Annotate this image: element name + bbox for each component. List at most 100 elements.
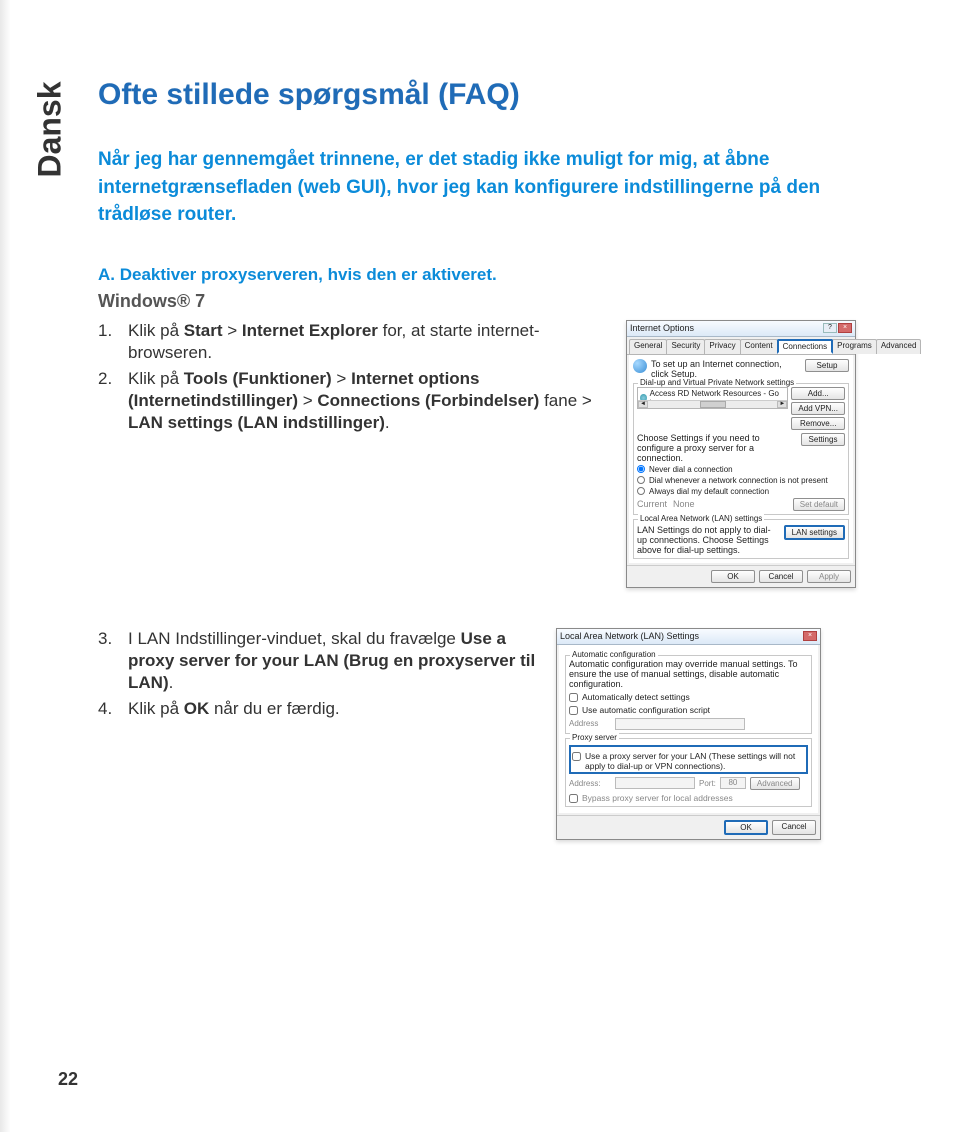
step-text: Klik på Tools (Funktioner) > Internet op… [128,368,608,434]
figure-lan-settings: Local Area Network (LAN) Settings × Auto… [556,628,821,840]
lan-text: LAN Settings do not apply to dial-up con… [637,525,780,555]
checkbox-input[interactable] [572,752,581,761]
step-4: 4. Klik på OK når du er færdig. [98,698,538,720]
tab-security[interactable]: Security [666,339,705,354]
radio-input[interactable] [637,465,645,473]
tab-content[interactable]: Content [740,339,778,354]
lan-group: Local Area Network (LAN) settings LAN Se… [633,519,849,559]
scroll-right-icon[interactable]: ► [777,401,787,408]
choose-settings-text: Choose Settings if you need to configure… [637,433,798,463]
radio-dial-when-absent[interactable]: Dial whenever a network connection is no… [637,476,845,485]
advanced-button[interactable]: Advanced [750,777,800,790]
scrollbar-horizontal[interactable]: ◄ ► [638,400,787,408]
row-steps-3-4: 3. I LAN Indstillinger-vinduet, skal du … [98,628,878,840]
faq-question: Når jeg har gennemgået trinnene, er det … [98,146,878,229]
proxy-legend: Proxy server [570,733,619,742]
checkbox-input[interactable] [569,706,578,715]
dialog-title: Local Area Network (LAN) Settings [560,631,699,641]
chk-bypass-local[interactable]: Bypass proxy server for local addresses [569,793,808,803]
page-number: 22 [58,1069,78,1090]
step-text: Klik på OK når du er færdig. [128,698,340,720]
add-vpn-button[interactable]: Add VPN... [791,402,845,415]
row-steps-1-2: 1. Klik på Start > Internet Explorer for… [98,320,878,588]
radio-always-dial[interactable]: Always dial my default connection [637,487,845,496]
section-a-heading: A. Deaktiver proxyserveren, hvis den er … [98,265,878,285]
auto-config-legend: Automatic configuration [570,650,658,659]
lan-legend: Local Area Network (LAN) settings [638,514,764,523]
step-text: I LAN Indstillinger-vinduet, skal du fra… [128,628,538,694]
faq-heading: Ofte stillede spørgsmål (FAQ) [98,78,878,112]
dialog-body: Automatic configuration Automatic config… [559,645,818,813]
close-icon[interactable]: × [803,631,817,641]
step-number: 2. [98,368,118,434]
current-label: Current [637,499,667,509]
globe-icon [633,359,647,373]
radio-never-dial[interactable]: Never dial a connection [637,465,845,474]
tab-programs[interactable]: Programs [832,339,877,354]
auto-config-group: Automatic configuration Automatic config… [565,655,812,734]
settings-button[interactable]: Settings [801,433,845,446]
address-label: Address [569,719,611,728]
dialup-group: Dial-up and Virtual Private Network sett… [633,383,849,515]
connections-listbox[interactable]: Access RD Network Resources - Go to vpn.… [637,387,788,409]
scroll-thumb[interactable] [700,401,726,408]
dialog-tabs: General Security Privacy Content Connect… [627,337,855,355]
current-value: None [673,499,787,509]
steps-3-4: 3. I LAN Indstillinger-vinduet, skal du … [98,628,538,724]
chk-use-proxy[interactable]: Use a proxy server for your LAN (These s… [572,751,805,771]
step-number: 4. [98,698,118,720]
step-text: Klik på Start > Internet Explorer for, a… [128,320,608,364]
proxy-address-row: Address: Port: 80 Advanced [569,777,808,790]
proxy-address-input[interactable] [615,777,695,789]
apply-button[interactable]: Apply [807,570,851,583]
chk-auto-script[interactable]: Use automatic configuration script [569,705,808,715]
tab-general[interactable]: General [629,339,667,354]
ok-button[interactable]: OK [724,820,768,835]
lan-settings-dialog: Local Area Network (LAN) Settings × Auto… [556,628,821,840]
address-input[interactable] [615,718,745,730]
auto-config-text: Automatic configuration may override man… [569,659,808,689]
setup-button[interactable]: Setup [805,359,849,372]
script-address-row: Address [569,718,808,730]
cancel-button[interactable]: Cancel [759,570,803,583]
checkbox-input[interactable] [569,794,578,803]
radio-input[interactable] [637,487,645,495]
add-button[interactable]: Add... [791,387,845,400]
set-default-button[interactable]: Set default [793,498,845,511]
scroll-left-icon[interactable]: ◄ [638,401,648,408]
dialog-title-bar[interactable]: Internet Options ? × [627,321,855,337]
internet-options-dialog: Internet Options ? × General Security Pr… [626,320,856,588]
setup-text: To set up an Internet connection, click … [651,359,801,379]
tab-connections[interactable]: Connections [777,339,833,354]
setup-line: To set up an Internet connection, click … [633,359,849,379]
steps-1-2: 1. Klik på Start > Internet Explorer for… [98,320,608,438]
windows-7-label: Windows® 7 [98,291,878,312]
chk-auto-detect[interactable]: Automatically detect settings [569,692,808,702]
page-spine [0,0,10,1132]
lan-settings-button[interactable]: LAN settings [784,525,845,540]
dialog-body: To set up an Internet connection, click … [629,355,853,563]
proxy-group: Proxy server Use a proxy server for your… [565,738,812,807]
help-icon[interactable]: ? [823,323,837,333]
ok-button[interactable]: OK [711,570,755,583]
dialog-footer: OK Cancel [557,815,820,839]
step-2: 2. Klik på Tools (Funktioner) > Internet… [98,368,608,434]
step-3: 3. I LAN Indstillinger-vinduet, skal du … [98,628,538,694]
tab-privacy[interactable]: Privacy [704,339,740,354]
cancel-button[interactable]: Cancel [772,820,816,835]
address-label: Address: [569,779,611,788]
language-side-tab: Dansk [28,50,72,208]
dialog-title-bar[interactable]: Local Area Network (LAN) Settings × [557,629,820,645]
port-label: Port: [699,779,716,788]
page-content: Ofte stillede spørgsmål (FAQ) Når jeg ha… [98,78,878,840]
remove-button[interactable]: Remove... [791,417,845,430]
close-icon[interactable]: × [838,323,852,333]
connection-buttons: Add... Add VPN... Remove... [791,387,845,430]
port-input[interactable]: 80 [720,777,746,789]
tab-advanced[interactable]: Advanced [876,339,922,354]
step-1: 1. Klik på Start > Internet Explorer for… [98,320,608,364]
figure-internet-options: Internet Options ? × General Security Pr… [626,320,856,588]
radio-input[interactable] [637,476,645,484]
dialup-legend: Dial-up and Virtual Private Network sett… [638,378,796,387]
checkbox-input[interactable] [569,693,578,702]
